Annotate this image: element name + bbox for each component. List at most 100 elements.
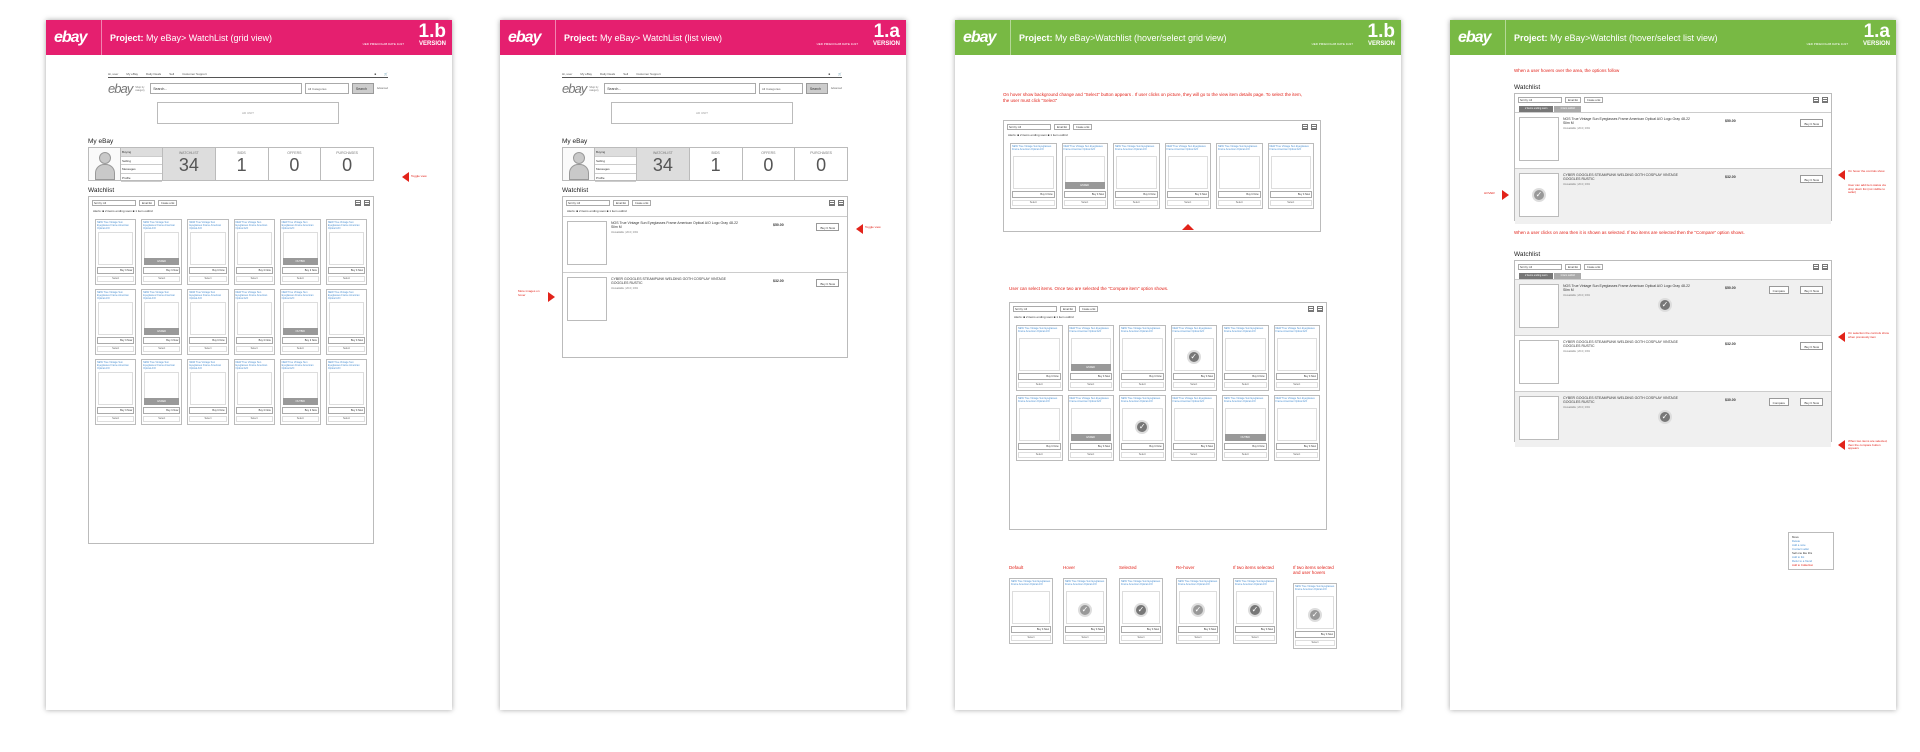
select-button[interactable]: Select: [1069, 382, 1112, 388]
list-item[interactable]: CYBER GOGGLES STEAMPUNK WELDING GOTH COS…: [563, 272, 847, 328]
buy-it-now-button[interactable]: Buy It Now: [1069, 373, 1112, 380]
item-title[interactable]: NEW True Vintage Sun Eyeglasses Frame Am…: [1275, 326, 1320, 337]
item-title[interactable]: NEW True Vintage Sun Eyeglasses Frame Am…: [1114, 144, 1159, 155]
watch-item-card[interactable]: NEW True Vintage Sun Eyeglasses Frame Am…: [1016, 325, 1063, 391]
buy-it-now-button[interactable]: Buy It Now: [97, 267, 135, 274]
watch-item-card[interactable]: NEW True Vintage Sun Eyeglasses Frame Am…: [279, 359, 321, 425]
buy-it-now-button[interactable]: Buy It Now: [281, 267, 319, 274]
search-button[interactable]: Search: [351, 83, 374, 94]
select-button[interactable]: Select: [1018, 382, 1061, 388]
buy-it-now-button[interactable]: Buy It Now: [1069, 443, 1112, 450]
item-title[interactable]: NEW True Vintage Sun Eyeglasses Frame Am…: [1010, 579, 1052, 590]
list-item-hovered[interactable]: ✓ CYBER GOGGLES STEAMPUNK WELDING GOTH CO…: [1515, 168, 1831, 224]
buy-it-now-button[interactable]: Buy It Now: [97, 407, 135, 414]
watch-item-card[interactable]: NEW True Vintage Sun Eyeglasses Frame Am…: [1119, 395, 1166, 461]
item-title[interactable]: NEW True Vintage Sun Eyeglasses Frame Am…: [235, 360, 274, 371]
watch-item-card[interactable]: NEW True Vintage Sun Eyeglasses Frame Am…: [279, 219, 321, 285]
buy-it-now-button[interactable]: Buy It Now: [1269, 191, 1312, 198]
buy-it-now-button[interactable]: Buy It Now: [143, 337, 181, 344]
item-title[interactable]: NEW True Vintage Sun Eyeglasses Frame Am…: [327, 360, 366, 371]
watch-item-card[interactable]: NEW True Vintage Sun Eyeglasses Frame Am…: [1273, 325, 1320, 391]
check-icon[interactable]: ✓: [1248, 603, 1262, 617]
buy-it-now-button[interactable]: Buy It Now: [1011, 626, 1051, 633]
watch-item-card[interactable]: NEW True Vintage Sun Eyeglasses Frame Am…: [1067, 395, 1114, 461]
buy-it-now-button[interactable]: Buy It Now: [1018, 443, 1061, 450]
item-title[interactable]: NEW True Vintage Sun Eyeglasses Frame Am…: [142, 360, 181, 371]
select-button[interactable]: Select: [281, 346, 319, 352]
item-image[interactable]: [1013, 156, 1054, 189]
item-image[interactable]: [1276, 408, 1317, 441]
watch-item-card[interactable]: NEW True Vintage Sun Eyeglasses Frame Am…: [1016, 395, 1063, 461]
item-image[interactable]: [1019, 338, 1060, 371]
watch-item-card[interactable]: NEW True Vintage Sun Eyeglasses Frame Am…: [95, 219, 137, 285]
buy-it-now-button[interactable]: Buy It Now: [816, 279, 839, 287]
watch-item-card[interactable]: NEW True Vintage Sun Eyeglasses Frame Am…: [187, 359, 229, 425]
item-title[interactable]: NEW True Vintage Sun Eyeglasses Frame Am…: [96, 220, 135, 231]
buy-it-now-button[interactable]: Buy It Now: [327, 337, 365, 344]
item-image[interactable]: [1167, 156, 1208, 189]
select-button[interactable]: Select: [1115, 200, 1158, 206]
buy-it-now-button[interactable]: Buy It Now: [1224, 443, 1267, 450]
list-view-icon[interactable]: [838, 200, 844, 206]
select-button[interactable]: Select: [1224, 452, 1267, 458]
counter-watchlist[interactable]: WATCHLIST 34: [163, 148, 216, 180]
select-button[interactable]: Select: [97, 416, 135, 422]
item-title[interactable]: NEW True Vintage Sun Eyeglasses Frame Am…: [1223, 396, 1268, 407]
select-button[interactable]: Select: [235, 276, 273, 282]
item-title[interactable]: NEW True Vintage Sun Eyeglasses Frame Am…: [281, 360, 320, 371]
buy-it-now-button[interactable]: Buy It Now: [235, 407, 273, 414]
buy-it-now-button[interactable]: Buy It Now: [1166, 191, 1209, 198]
watch-item-card[interactable]: NEW True Vintage Sun Eyeglasses Frame Am…: [1233, 578, 1277, 644]
item-title[interactable]: NEW True Vintage Sun Eyeglasses Frame Am…: [1294, 584, 1336, 595]
buy-it-now-button[interactable]: Buy It Now: [1115, 191, 1158, 198]
watch-item-card[interactable]: NEW True Vintage Sun Eyeglasses Frame Am…: [1222, 395, 1269, 461]
item-title[interactable]: NEW True Vintage Sun Eyeglasses Frame Am…: [1011, 144, 1056, 155]
watch-item-card[interactable]: NEW True Vintage Sun Eyeglasses Frame Am…: [1113, 143, 1160, 209]
item-image[interactable]: [98, 372, 134, 405]
item-title[interactable]: NEW True Vintage Sun Eyeglasses Frame Am…: [327, 220, 366, 231]
buy-it-now-button[interactable]: Buy It Now: [1178, 626, 1218, 633]
select-button[interactable]: Select: [1012, 200, 1055, 206]
watch-item-card[interactable]: NEW True Vintage Sun Eyeglasses Frame Am…: [1216, 143, 1263, 209]
select-button[interactable]: Select: [97, 346, 135, 352]
item-image[interactable]: [1116, 156, 1157, 189]
buy-it-now-button[interactable]: Buy It Now: [1172, 373, 1215, 380]
watch-item-card[interactable]: NEW True Vintage Sun Eyeglasses Frame Am…: [1170, 395, 1217, 461]
select-button[interactable]: Select: [281, 276, 319, 282]
buy-it-now-button[interactable]: Buy It Now: [1121, 443, 1164, 450]
watch-item-card[interactable]: NEW True Vintage Sun Eyeglasses Frame Am…: [1293, 583, 1337, 649]
item-title[interactable]: NEW True Vintage Sun Eyeglasses Frame Am…: [1064, 579, 1106, 590]
item-image[interactable]: [1225, 338, 1266, 371]
watch-item-card[interactable]: NEW True Vintage Sun Eyeglasses Frame Am…: [187, 289, 229, 355]
item-image[interactable]: [98, 232, 134, 265]
list-item-selected[interactable]: NOS True Vintage Sun Eyeglasses Frame Am…: [1515, 279, 1831, 335]
select-button[interactable]: Select: [1178, 635, 1218, 641]
buy-it-now-button[interactable]: Buy It Now: [327, 407, 365, 414]
list-view-icon[interactable]: [1311, 124, 1317, 130]
item-title[interactable]: NEW True Vintage Sun Eyeglasses Frame Am…: [188, 360, 227, 371]
counter-bids[interactable]: BIDS 1: [216, 148, 269, 180]
watch-item-card[interactable]: NEW True Vintage Sun Eyeglasses Frame Am…: [1067, 325, 1114, 391]
buy-it-now-button[interactable]: Buy It Now: [1295, 631, 1335, 638]
buy-it-now-button[interactable]: Buy It Now: [1065, 626, 1105, 633]
buy-it-now-button[interactable]: Buy It Now: [1218, 191, 1261, 198]
item-title[interactable]: NEW True Vintage Sun Eyeglasses Frame Am…: [1275, 396, 1320, 407]
buy-it-now-button[interactable]: Buy It Now: [1172, 443, 1215, 450]
check-icon[interactable]: ✓: [1658, 410, 1672, 424]
select-button[interactable]: Select: [1069, 452, 1112, 458]
select-button[interactable]: Select: [1269, 200, 1312, 206]
buy-it-now-button[interactable]: Buy It Now: [281, 337, 319, 344]
item-title[interactable]: NEW True Vintage Sun Eyeglasses Frame Am…: [1177, 579, 1219, 590]
item-title[interactable]: NEW True Vintage Sun Eyeglasses Frame Am…: [1166, 144, 1211, 155]
search-input[interactable]: Search...: [604, 83, 756, 94]
item-title[interactable]: NEW True Vintage Sun Eyeglasses Frame Am…: [1269, 144, 1314, 155]
item-title[interactable]: NEW True Vintage Sun Eyeglasses Frame Am…: [1069, 326, 1114, 337]
item-title[interactable]: NEW True Vintage Sun Eyeglasses Frame Am…: [235, 290, 274, 301]
item-image[interactable]: [1276, 338, 1317, 371]
select-button[interactable]: Select: [1063, 200, 1106, 206]
item-title[interactable]: NEW True Vintage Sun Eyeglasses Frame Am…: [1063, 144, 1108, 155]
item-title[interactable]: NEW True Vintage Sun Eyeglasses Frame Am…: [1223, 326, 1268, 337]
grid-view-icon[interactable]: [1813, 97, 1819, 103]
item-title[interactable]: NEW True Vintage Sun Eyeglasses Frame Am…: [1120, 396, 1165, 407]
buy-it-now-button[interactable]: Buy It Now: [1121, 373, 1164, 380]
